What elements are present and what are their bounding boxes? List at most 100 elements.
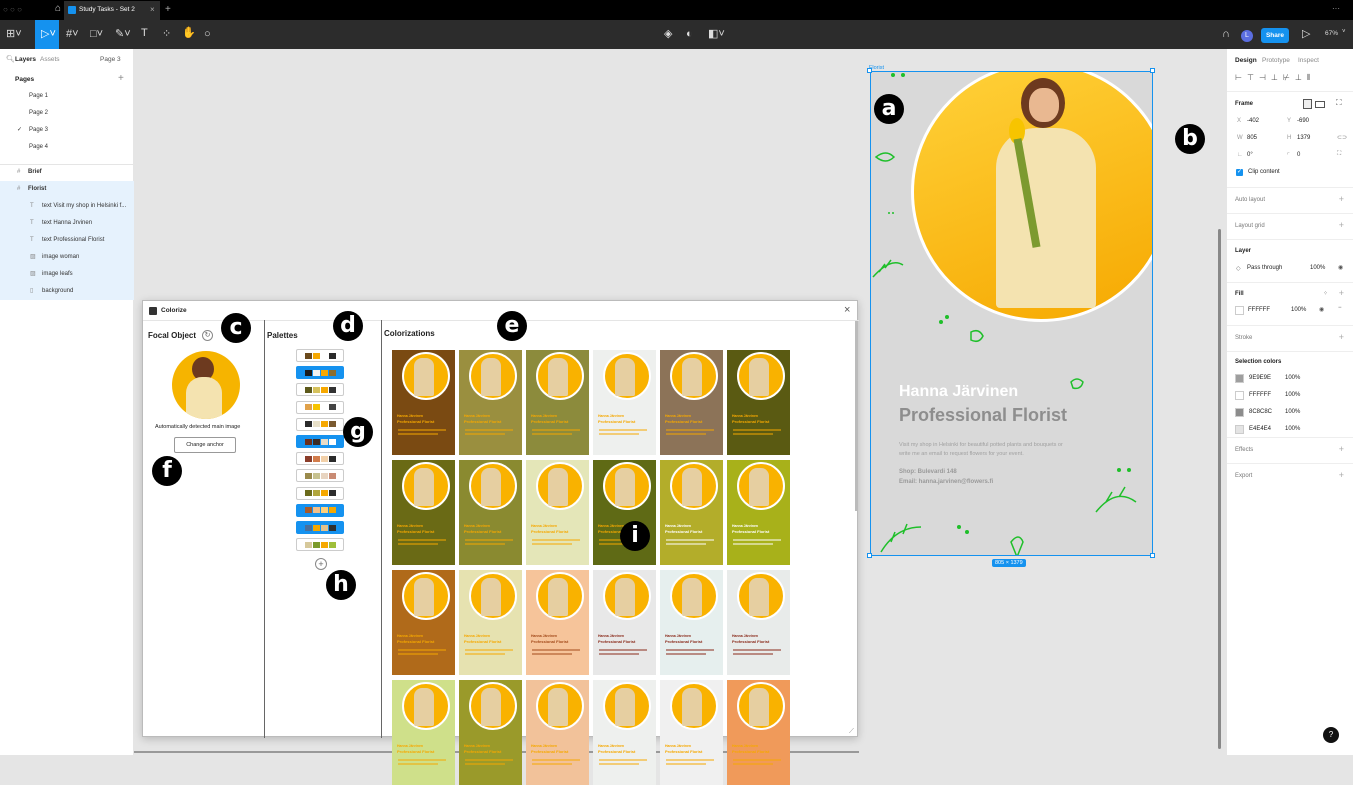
selection-color-row[interactable]: FFFFFF 100% — [1235, 391, 1345, 403]
focal-image[interactable] — [172, 351, 240, 419]
palette-item[interactable] — [296, 538, 344, 552]
palette-item[interactable] — [296, 349, 344, 362]
blend-mode-select[interactable]: Pass through — [1247, 265, 1282, 271]
main-menu-icon[interactable]: ⊞˅ — [6, 29, 22, 40]
colorization-thumbnail[interactable]: Hanna Järvinen Professional Florist — [593, 570, 656, 675]
fill-eye-icon[interactable]: ◉ — [1319, 306, 1324, 313]
colorization-thumbnail[interactable]: Hanna Järvinen Professional Florist — [593, 350, 656, 455]
page-item[interactable]: Page 1 — [0, 88, 134, 105]
add-grid-icon[interactable]: + — [1339, 220, 1344, 230]
layer-opacity[interactable]: 100% — [1310, 265, 1325, 271]
y-input[interactable]: -690 — [1297, 118, 1309, 124]
color-swatch[interactable] — [1235, 374, 1244, 383]
x-input[interactable]: -402 — [1247, 118, 1259, 124]
new-tab-icon[interactable]: + — [165, 4, 171, 15]
colorization-thumbnail[interactable]: Hanna Järvinen Professional Florist — [392, 460, 455, 565]
layer-item[interactable]: Ttext Hanna Jrvinen — [0, 215, 134, 232]
colorization-thumbnail[interactable]: Hanna Järvinen Professional Florist — [526, 680, 589, 785]
file-tab[interactable]: Study Tasks - Set 2 × — [64, 1, 160, 20]
text-tool-icon[interactable]: T — [141, 28, 148, 39]
canvas-scrollbar[interactable] — [1218, 229, 1221, 749]
w-input[interactable]: 805 — [1247, 135, 1257, 141]
page-item[interactable]: ✓ Page 3 — [0, 122, 134, 139]
colorization-thumbnail[interactable]: Hanna Järvinen Professional Florist — [727, 680, 790, 785]
color-hex[interactable]: 9E9E9E — [1249, 375, 1271, 381]
florist-frame[interactable]: Hanna Järvinen Professional Florist Visi… — [870, 71, 1153, 556]
add-palette-button[interactable]: + — [315, 558, 327, 570]
layer-item[interactable]: Ttext Professional Florist — [0, 232, 134, 249]
hand-tool-icon[interactable]: ✋ — [182, 28, 196, 39]
tab-assets[interactable]: Assets — [40, 56, 60, 63]
colorization-thumbnail[interactable]: Hanna Järvinen Professional Florist — [526, 350, 589, 455]
add-auto-layout-icon[interactable]: + — [1339, 194, 1344, 204]
layer-item[interactable]: # Florist — [0, 181, 134, 198]
colorization-thumbnail[interactable]: Hanna Järvinen Professional Florist — [727, 350, 790, 455]
remove-fill-icon[interactable]: − — [1338, 305, 1342, 311]
chevron-down-icon[interactable]: ˅ — [1342, 29, 1346, 35]
frame-tool-icon[interactable]: #˅ — [66, 29, 79, 40]
window-controls[interactable]: ○ ○ ○ — [3, 5, 22, 14]
landscape-icon[interactable] — [1315, 101, 1325, 108]
palette-item[interactable] — [296, 435, 344, 448]
color-opacity[interactable]: 100% — [1285, 392, 1300, 398]
avatar[interactable]: L — [1241, 30, 1253, 42]
tab-prototype[interactable]: Prototype — [1262, 57, 1290, 64]
fill-hex[interactable]: FFFFFF — [1248, 307, 1270, 313]
fill-opacity[interactable]: 100% — [1291, 307, 1306, 313]
colorization-thumbnail[interactable]: Hanna Järvinen Professional Florist — [593, 680, 656, 785]
component-icon[interactable]: ◈ — [664, 29, 672, 40]
boolean-icon[interactable]: ◧˅ — [708, 29, 725, 40]
page-item[interactable]: Page 4 — [0, 139, 134, 156]
layer-item[interactable]: ▨ image woman — [0, 249, 134, 266]
tab-layers[interactable]: Layers — [15, 56, 36, 63]
colorization-thumbnail[interactable]: Hanna Järvinen Professional Florist — [392, 680, 455, 785]
move-tool[interactable]: ▷˅ — [35, 20, 59, 49]
tab-design[interactable]: Design — [1235, 57, 1257, 64]
palette-item[interactable] — [296, 486, 344, 500]
more-icon[interactable]: ··· — [1332, 4, 1340, 13]
help-button[interactable]: ? — [1323, 727, 1339, 743]
eye-icon[interactable]: ◉ — [1338, 264, 1343, 271]
add-fill-icon[interactable]: + — [1339, 288, 1344, 298]
color-hex[interactable]: E4E4E4 — [1249, 426, 1271, 432]
present-icon[interactable]: ▷ — [1302, 29, 1310, 40]
colorization-thumbnail[interactable]: Hanna Järvinen Professional Florist — [459, 350, 522, 455]
fill-swatch[interactable] — [1235, 306, 1244, 315]
selection-color-row[interactable]: 9E9E9E 100% — [1235, 374, 1345, 386]
palette-item[interactable] — [296, 503, 344, 517]
handle-br[interactable] — [1150, 553, 1155, 558]
handle-tr[interactable] — [1150, 68, 1155, 73]
palette-item[interactable] — [296, 452, 344, 466]
close-plugin-icon[interactable]: × — [844, 304, 850, 316]
color-swatch[interactable] — [1235, 408, 1244, 417]
handle-bl[interactable] — [867, 553, 872, 558]
rotation-input[interactable]: 0° — [1247, 152, 1253, 158]
frame-title[interactable]: Frame — [1235, 101, 1253, 107]
styles-icon[interactable]: ⁘ — [1323, 290, 1328, 297]
refresh-icon[interactable]: ↻ — [202, 330, 213, 341]
constrain-icon[interactable]: ⊂⊃ — [1337, 134, 1347, 141]
colorization-thumbnail[interactable]: Hanna Järvinen Professional Florist — [727, 460, 790, 565]
color-swatch[interactable] — [1235, 425, 1244, 434]
palette-item[interactable] — [296, 469, 344, 483]
plugin-scrollbar[interactable] — [855, 321, 857, 511]
clip-checkbox[interactable]: ✓ — [1236, 169, 1243, 176]
color-opacity[interactable]: 100% — [1285, 426, 1300, 432]
add-export-icon[interactable]: + — [1339, 470, 1344, 480]
layer-item[interactable]: ▯ background — [0, 283, 134, 300]
page-select[interactable]: Page 3 — [100, 56, 121, 63]
portrait-icon[interactable] — [1303, 99, 1312, 109]
close-tab-icon[interactable]: × — [150, 5, 155, 14]
color-opacity[interactable]: 100% — [1285, 375, 1300, 381]
colorization-thumbnail[interactable]: Hanna Järvinen Professional Florist — [392, 570, 455, 675]
zoom-level[interactable]: 67% — [1325, 30, 1338, 37]
resources-icon[interactable]: ⁘ — [162, 29, 171, 40]
color-opacity[interactable]: 100% — [1285, 409, 1300, 415]
color-swatch[interactable] — [1235, 391, 1244, 400]
radius-input[interactable]: 0 — [1297, 152, 1300, 158]
colorization-thumbnail[interactable]: Hanna Järvinen Professional Florist — [727, 570, 790, 675]
page-item[interactable]: Page 2 — [0, 105, 134, 122]
layer-item[interactable]: Ttext Visit my shop in Helsinki f... — [0, 198, 134, 215]
contrast-icon[interactable]: ◐ — [686, 29, 693, 40]
add-stroke-icon[interactable]: + — [1339, 332, 1344, 342]
